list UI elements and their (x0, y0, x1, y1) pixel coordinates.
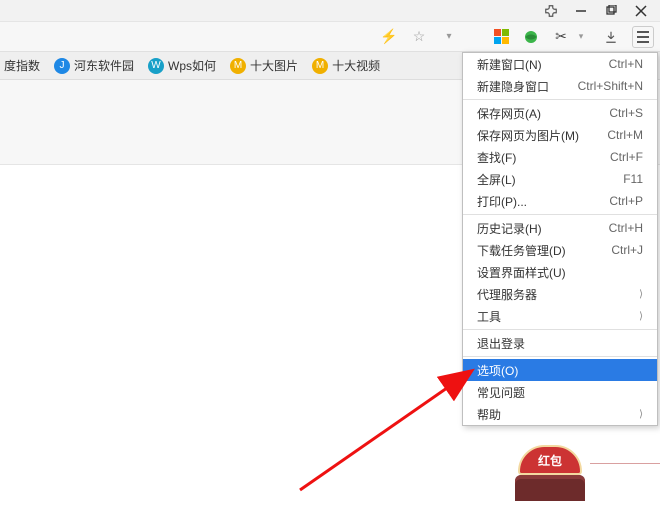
scissors-icon[interactable]: ✂ (552, 28, 570, 46)
menu-item[interactable]: 选项(O) (463, 359, 657, 381)
menu-item-shortcut: Ctrl+N (609, 57, 643, 71)
bookmark-item[interactable]: W Wps如何 (148, 57, 216, 74)
menu-item[interactable]: 常见问题 (463, 381, 657, 403)
menu-item-label: 新建窗口(N) (477, 56, 542, 73)
globe-icon[interactable] (522, 28, 540, 46)
menu-separator (463, 329, 657, 330)
decorative-line (590, 463, 660, 464)
menu-item-label: 帮助 (477, 406, 501, 423)
menu-item[interactable]: 全屏(L) F11 (463, 168, 657, 190)
menu-item[interactable]: 工具 ⟩ (463, 305, 657, 327)
red-envelope-body (515, 475, 585, 501)
bookmark-favicon: M (312, 58, 328, 74)
menu-item-label: 退出登录 (477, 335, 525, 352)
menu-item-label: 常见问题 (477, 384, 525, 401)
menu-item-shortcut: Ctrl+Shift+N (578, 79, 643, 93)
chevron-down-small-icon[interactable]: ▾ (572, 28, 590, 46)
close-button[interactable] (626, 0, 656, 22)
menu-item[interactable]: 设置界面样式(U) (463, 261, 657, 283)
submenu-arrow-icon: ⟩ (639, 311, 643, 322)
menu-item[interactable]: 下载任务管理(D) Ctrl+J (463, 239, 657, 261)
bookmark-label: 十大视频 (332, 57, 380, 74)
menu-item-label: 保存网页为图片(M) (477, 127, 579, 144)
menu-item-shortcut: Ctrl+S (609, 106, 643, 120)
bookmark-item[interactable]: J 河东软件园 (54, 57, 134, 74)
bookmark-label: Wps如何 (168, 57, 216, 74)
menu-item-label: 工具 (477, 308, 501, 325)
download-icon[interactable] (602, 28, 620, 46)
menu-item-label: 历史记录(H) (477, 220, 542, 237)
extension-icon[interactable] (536, 0, 566, 22)
bookmark-label: 河东软件园 (74, 57, 134, 74)
menu-item[interactable]: 退出登录 (463, 332, 657, 354)
menu-item-label: 代理服务器 (477, 286, 537, 303)
main-menu-button[interactable] (632, 26, 654, 48)
menu-separator (463, 99, 657, 100)
menu-item-label: 打印(P)... (477, 193, 527, 210)
bookmark-favicon: J (54, 58, 70, 74)
menu-item-label: 全屏(L) (477, 171, 516, 188)
minimize-button[interactable] (566, 0, 596, 22)
menu-item-shortcut: Ctrl+H (609, 221, 643, 235)
browser-toolbar: ⚡ ☆ ▾ ✂ ▾ (0, 22, 660, 52)
menu-separator (463, 214, 657, 215)
menu-item[interactable]: 查找(F) Ctrl+F (463, 146, 657, 168)
menu-item-label: 选项(O) (477, 362, 518, 379)
maximize-button[interactable] (596, 0, 626, 22)
red-envelope-widget[interactable]: 红包 (510, 445, 590, 505)
bookmark-item[interactable]: 度指数 (4, 57, 40, 74)
menu-item-label: 下载任务管理(D) (477, 242, 566, 259)
menu-item[interactable]: 帮助 ⟩ (463, 403, 657, 425)
menu-item[interactable]: 代理服务器 ⟩ (463, 283, 657, 305)
menu-item-shortcut: F11 (623, 172, 643, 186)
menu-separator (463, 356, 657, 357)
menu-item-shortcut: Ctrl+F (610, 150, 643, 164)
menu-item-label: 新建隐身窗口 (477, 78, 549, 95)
microsoft-icon[interactable] (492, 28, 510, 46)
menu-item[interactable]: 打印(P)... Ctrl+P (463, 190, 657, 212)
menu-item[interactable]: 新建窗口(N) Ctrl+N (463, 53, 657, 75)
menu-item[interactable]: 保存网页为图片(M) Ctrl+M (463, 124, 657, 146)
menu-item-label: 查找(F) (477, 149, 516, 166)
menu-item[interactable]: 新建隐身窗口 Ctrl+Shift+N (463, 75, 657, 97)
window-titlebar (0, 0, 660, 22)
menu-item-shortcut: Ctrl+P (609, 194, 643, 208)
submenu-arrow-icon: ⟩ (639, 409, 643, 420)
menu-item[interactable]: 保存网页(A) Ctrl+S (463, 102, 657, 124)
main-menu-dropdown: 新建窗口(N) Ctrl+N 新建隐身窗口 Ctrl+Shift+N 保存网页(A) Ct… (462, 52, 658, 426)
flash-icon[interactable]: ⚡ (380, 28, 398, 46)
submenu-arrow-icon: ⟩ (639, 289, 643, 300)
menu-item[interactable]: 历史记录(H) Ctrl+H (463, 217, 657, 239)
bookmark-item[interactable]: M 十大视频 (312, 57, 380, 74)
bookmark-favicon: M (230, 58, 246, 74)
bookmark-item[interactable]: M 十大图片 (230, 57, 298, 74)
red-envelope-label: 红包 (518, 445, 582, 475)
bookmark-favicon: W (148, 58, 164, 74)
bookmark-label: 十大图片 (250, 57, 298, 74)
star-icon[interactable]: ☆ (410, 28, 428, 46)
bookmark-label: 度指数 (4, 57, 40, 74)
menu-item-label: 设置界面样式(U) (477, 264, 566, 281)
menu-item-shortcut: Ctrl+J (611, 243, 643, 257)
chevron-down-icon[interactable]: ▾ (440, 28, 458, 46)
menu-item-shortcut: Ctrl+M (607, 128, 643, 142)
menu-item-label: 保存网页(A) (477, 105, 541, 122)
